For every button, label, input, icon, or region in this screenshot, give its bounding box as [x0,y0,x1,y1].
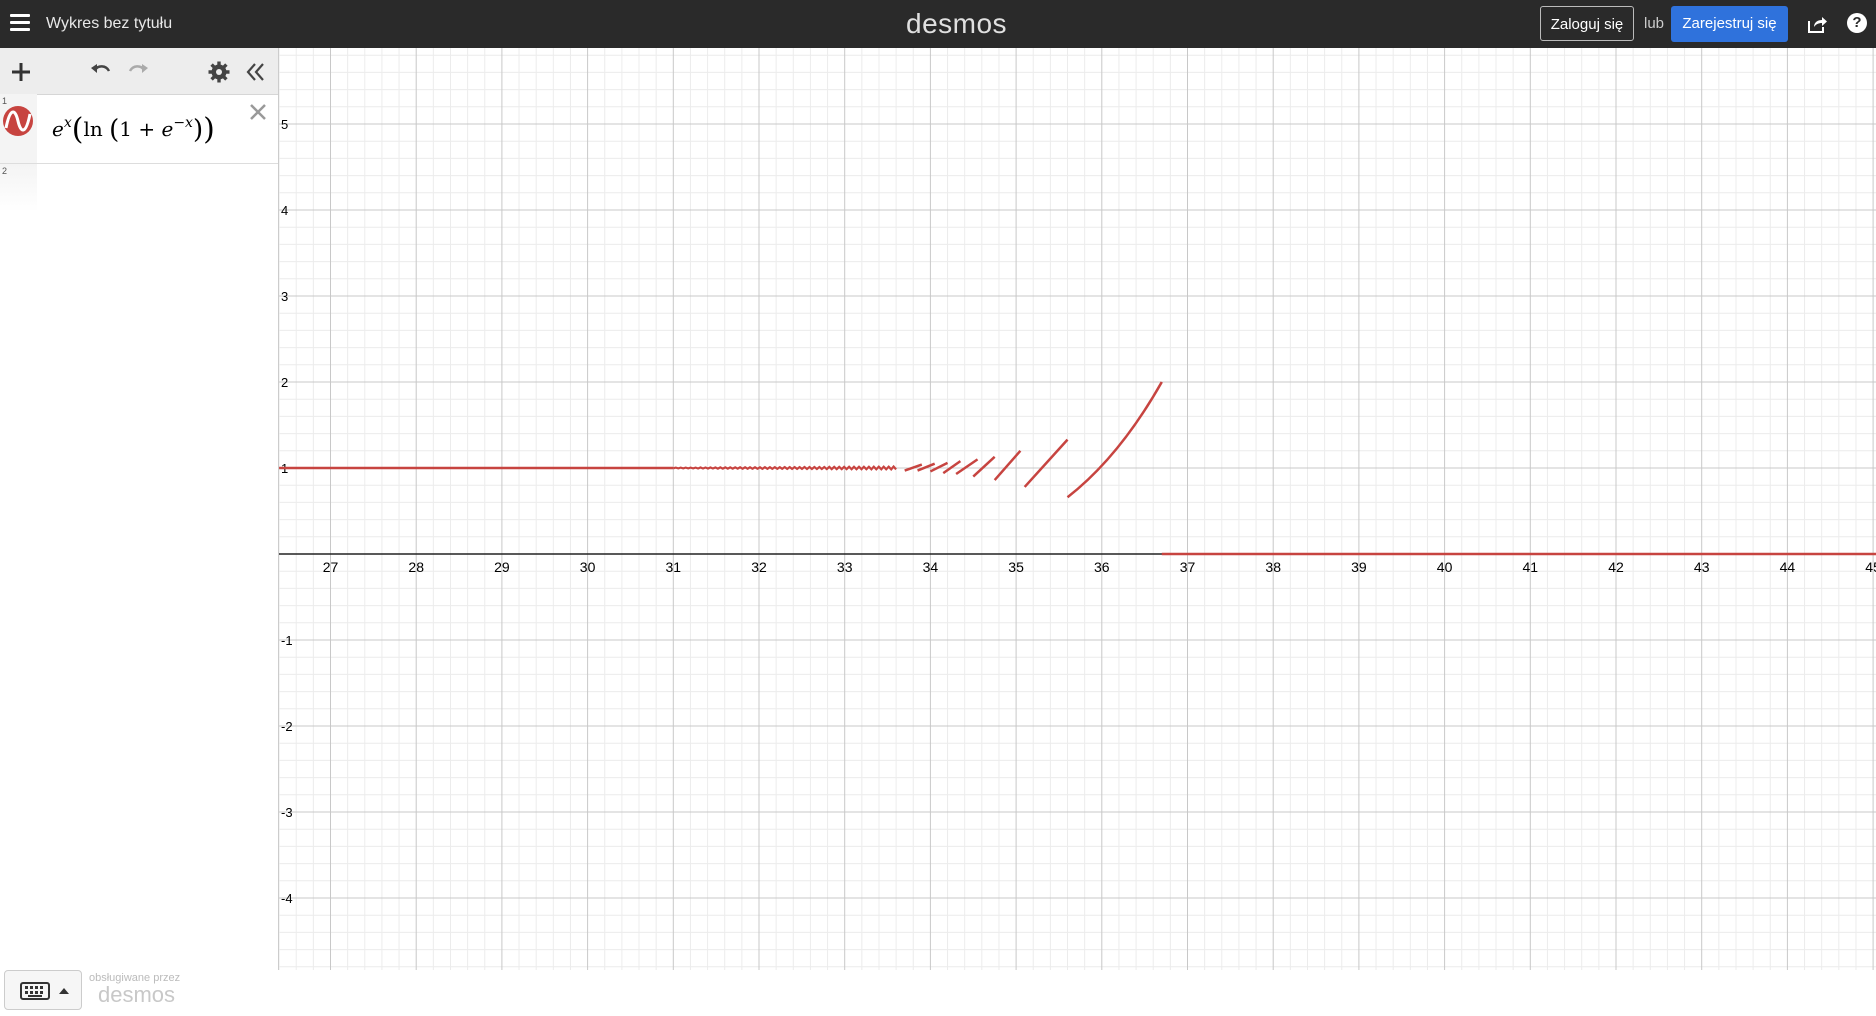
redo-icon[interactable] [126,60,150,84]
curve-oscillation [673,464,897,472]
y-tick-label: -1 [281,633,293,648]
graph-color-icon[interactable] [3,106,33,136]
keyboard-toggle-button[interactable] [4,970,82,1010]
expression-row-empty[interactable]: 2 [0,164,278,212]
x-tick-label: 41 [1523,559,1539,575]
expression-gutter: 2 [0,164,37,212]
y-tick-label: 3 [281,289,288,304]
y-tick-label: 4 [281,203,288,218]
x-tick-label: 42 [1608,559,1624,575]
collapse-panel-icon[interactable] [243,60,267,84]
expression-index: 2 [2,166,8,176]
x-tick-label: 39 [1351,559,1367,575]
share-icon[interactable] [1806,13,1828,35]
graph-title[interactable]: Wykres bez tytułu [46,15,172,33]
x-tick-label: 44 [1780,559,1796,575]
top-bar: Wykres bez tytułu desmos Zaloguj się lub… [0,0,1876,48]
graph-plot[interactable]: 2728293031323334353637383940414243444554… [279,48,1876,970]
x-tick-label: 30 [580,559,596,575]
graph-canvas[interactable]: 2728293031323334353637383940414243444554… [279,48,1876,970]
x-tick-label: 31 [666,559,682,575]
keyboard-icon [20,982,69,1000]
math-one: 1 [119,117,132,141]
gear-icon[interactable] [207,60,231,84]
wave-icon [4,110,32,132]
x-tick-label: 37 [1180,559,1196,575]
caret-up-icon [59,988,69,994]
x-tick-label: 28 [408,559,424,575]
x-tick-label: 32 [751,559,767,575]
math-ln: ln [83,117,103,141]
y-tick-label: 5 [281,117,288,132]
expression-index: 1 [2,96,8,106]
expression-math[interactable]: ex(ln (1 + e−x)) [52,112,215,147]
signup-button[interactable]: Zarejestruj się [1671,6,1788,42]
x-tick-label: 38 [1265,559,1281,575]
math-plus: + [138,117,156,141]
powered-by-logo: desmos [98,982,176,1007]
math-exponent-2: −x [173,115,193,131]
math-exponent: x [63,115,72,131]
x-tick-label: 27 [323,559,339,575]
math-base-2: e [161,117,174,141]
y-tick-label: -4 [281,891,293,906]
menu-icon[interactable] [10,14,30,32]
x-tick-label: 29 [494,559,510,575]
or-label: lub [1644,15,1665,32]
curve-branch [1023,438,1069,488]
x-tick-label: 43 [1694,559,1710,575]
expression-panel: 1 ex(ln (1 + e−x)) 2 obsługiwane przez d… [0,48,279,1010]
x-tick-label: 36 [1094,559,1110,575]
y-tick-label: -2 [281,719,293,734]
desmos-logo: desmos [906,8,1008,39]
y-tick-label: 2 [281,375,288,390]
x-tick-label: 40 [1437,559,1453,575]
expression-toolbar [0,48,278,95]
x-tick-label: 45 [1865,559,1876,575]
expression-row[interactable]: 1 ex(ln (1 + e−x)) [0,94,278,164]
close-icon[interactable] [247,101,269,123]
login-button[interactable]: Zaloguj się [1540,6,1634,41]
expression-gutter: 1 [0,94,37,163]
math-base: e [52,117,64,141]
undo-icon[interactable] [89,60,113,84]
x-tick-label: 35 [1008,559,1024,575]
y-tick-label: -3 [281,805,293,820]
add-icon[interactable] [9,60,33,84]
x-tick-label: 34 [923,559,939,575]
x-tick-label: 33 [837,559,853,575]
help-icon[interactable]: ? [1847,13,1867,33]
